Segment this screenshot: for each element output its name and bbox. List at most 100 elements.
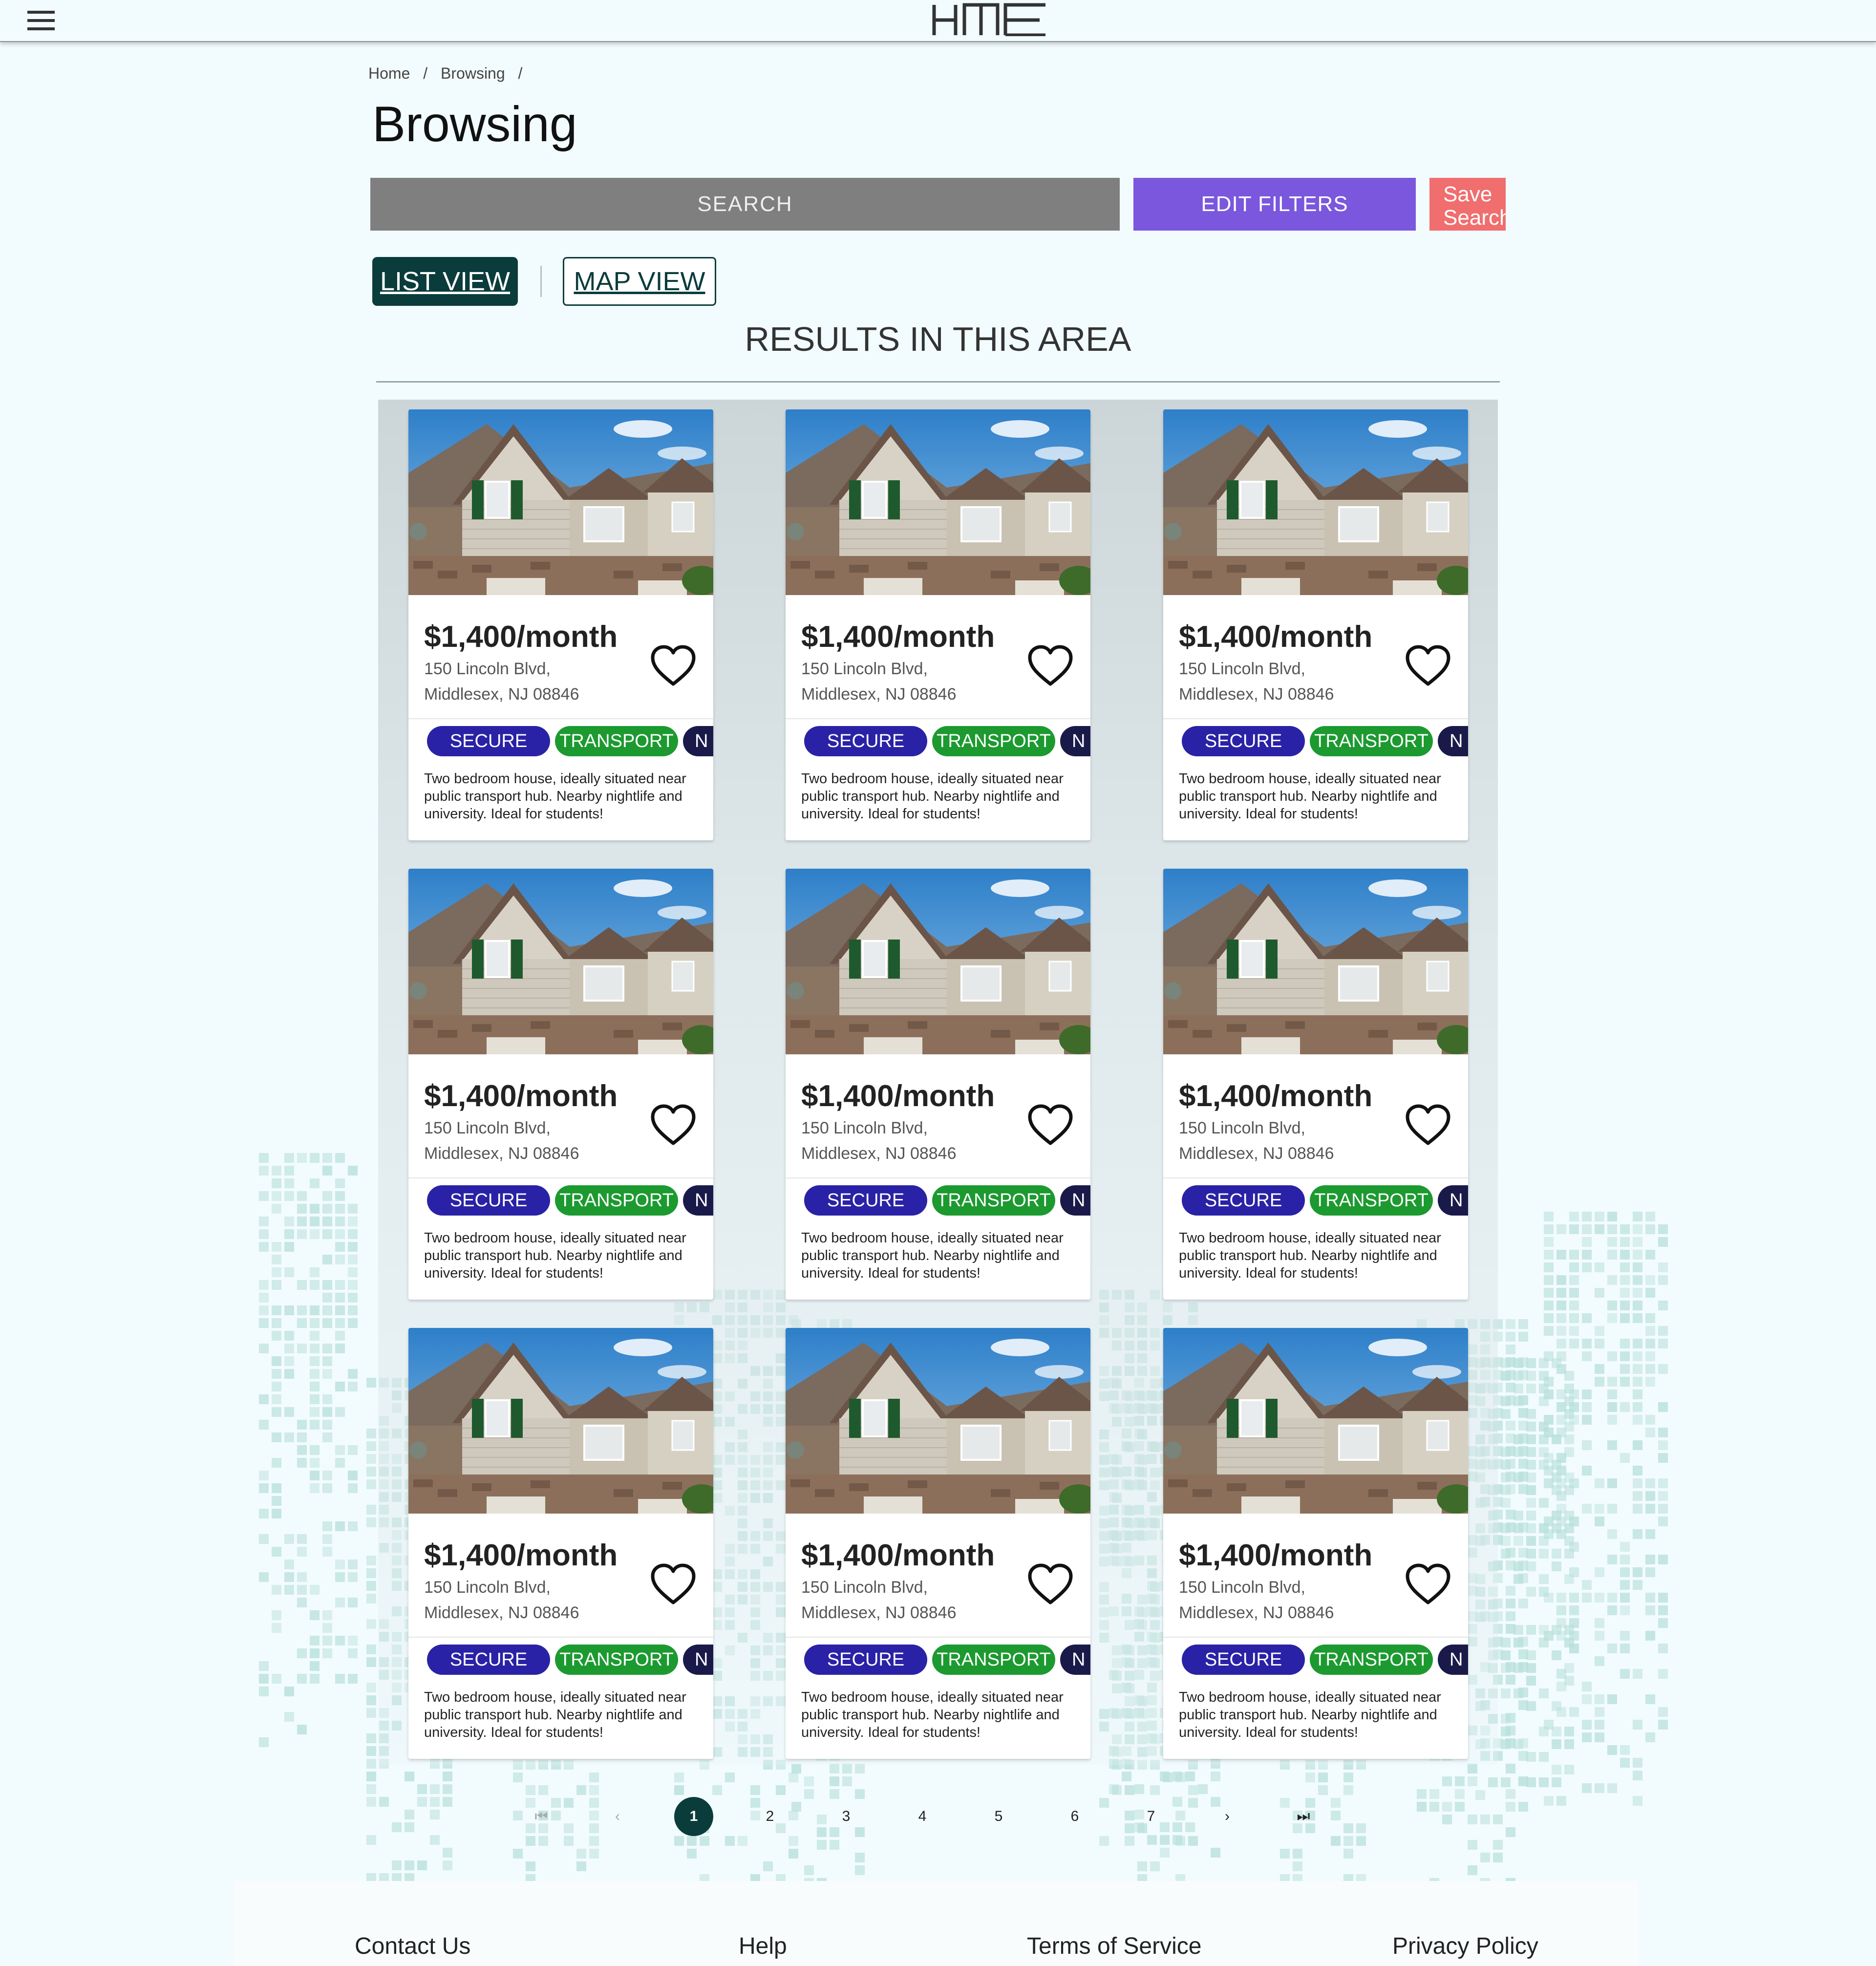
tag-secure: SECURE [1182, 1645, 1305, 1675]
listing-card[interactable]: $1,400/month 150 Lincoln Blvd, Middlesex… [1163, 1328, 1468, 1759]
listing-address-line2: Middlesex, NJ 08846 [424, 1603, 579, 1622]
footer-help[interactable]: Help [739, 1933, 787, 1960]
listing-address-line2: Middlesex, NJ 08846 [1179, 1603, 1334, 1622]
card-divider [786, 718, 1090, 719]
tag-secure: SECURE [804, 1185, 927, 1216]
heart-favorite-icon[interactable] [650, 1562, 697, 1606]
top-bar [0, 0, 1876, 42]
listing-address-line2: Middlesex, NJ 08846 [1179, 1144, 1334, 1163]
tag-secure: SECURE [427, 726, 550, 756]
house-photo [408, 869, 713, 1054]
page-button-1[interactable]: 1 [674, 1797, 713, 1836]
heart-favorite-icon[interactable] [1027, 1103, 1074, 1147]
card-divider [1163, 1637, 1468, 1638]
listing-price: $1,400/month [1179, 620, 1373, 654]
footer-contact-us[interactable]: Contact Us [355, 1933, 470, 1960]
listing-address-line1: 150 Lincoln Blvd, [424, 1119, 551, 1137]
listing-description: Two bedroom house, ideally situated near… [801, 1230, 1064, 1281]
tag-nightlife: N [1060, 1645, 1090, 1675]
heart-favorite-icon[interactable] [1027, 644, 1074, 688]
breadcrumb-home[interactable]: Home [368, 64, 410, 82]
save-search-button[interactable]: Save Search [1429, 178, 1506, 231]
heart-favorite-icon[interactable] [1405, 644, 1451, 688]
map-view-button[interactable]: MAP VIEW [563, 257, 716, 306]
tag-row: SECURE TRANSPORT N [804, 1185, 1090, 1216]
listing-address-line2: Middlesex, NJ 08846 [424, 685, 579, 704]
listing-price: $1,400/month [424, 1079, 618, 1113]
footer-terms-of-service[interactable]: Terms of Service [1027, 1933, 1201, 1960]
breadcrumb-browsing[interactable]: Browsing [441, 64, 505, 82]
last-page-icon[interactable]: ⏭ [1284, 1797, 1323, 1836]
tag-row: SECURE TRANSPORT N [804, 726, 1090, 756]
page-button-2[interactable]: 2 [750, 1797, 789, 1836]
listing-price: $1,400/month [801, 1079, 995, 1113]
listing-price: $1,400/month [424, 620, 618, 654]
listing-card[interactable]: $1,400/month 150 Lincoln Blvd, Middlesex… [786, 1328, 1090, 1759]
breadcrumb-separator: / [423, 64, 428, 82]
listing-address-line1: 150 Lincoln Blvd, [424, 660, 551, 678]
results-divider [376, 381, 1500, 383]
tag-transport: TRANSPORT [1310, 1645, 1433, 1675]
listing-card[interactable]: $1,400/month 150 Lincoln Blvd, Middlesex… [408, 869, 713, 1300]
list-view-button[interactable]: LIST VIEW [372, 257, 518, 306]
page-button-5[interactable]: 5 [979, 1797, 1018, 1836]
card-divider [1163, 718, 1468, 719]
tag-secure: SECURE [1182, 1185, 1305, 1216]
results-heading: RESULTS IN THIS AREA [745, 320, 1131, 358]
listing-card[interactable]: $1,400/month 150 Lincoln Blvd, Middlesex… [408, 1328, 713, 1759]
card-divider [786, 1177, 1090, 1178]
house-photo [1163, 869, 1468, 1054]
listing-card[interactable]: $1,400/month 150 Lincoln Blvd, Middlesex… [1163, 409, 1468, 840]
tag-row: SECURE TRANSPORT N [427, 726, 713, 756]
tag-nightlife: N [683, 1645, 713, 1675]
heart-favorite-icon[interactable] [650, 1103, 697, 1147]
tag-row: SECURE TRANSPORT N [1182, 726, 1468, 756]
listing-card[interactable]: $1,400/month 150 Lincoln Blvd, Middlesex… [408, 409, 713, 840]
house-photo [408, 409, 713, 595]
listing-address-line1: 150 Lincoln Blvd, [1179, 660, 1305, 678]
heart-favorite-icon[interactable] [650, 644, 697, 688]
tag-row: SECURE TRANSPORT N [427, 1645, 713, 1675]
listing-price: $1,400/month [1179, 1539, 1373, 1572]
tag-row: SECURE TRANSPORT N [804, 1645, 1090, 1675]
tag-nightlife: N [1438, 1645, 1468, 1675]
footer-privacy-policy[interactable]: Privacy Policy [1392, 1933, 1538, 1960]
house-photo [1163, 409, 1468, 595]
listing-address-line1: 150 Lincoln Blvd, [1179, 1578, 1305, 1597]
save-search-label: Save Search [1443, 182, 1506, 230]
page-button-7[interactable]: 7 [1131, 1797, 1171, 1836]
listing-card[interactable]: $1,400/month 150 Lincoln Blvd, Middlesex… [786, 409, 1090, 840]
tag-nightlife: N [1060, 1185, 1090, 1216]
chevron-left-icon[interactable]: ‹ [598, 1797, 637, 1836]
page-button-6[interactable]: 6 [1055, 1797, 1094, 1836]
chevron-right-icon[interactable]: › [1208, 1797, 1247, 1836]
tag-secure: SECURE [427, 1645, 550, 1675]
listing-description: Two bedroom house, ideally situated near… [1179, 1230, 1441, 1281]
page-button-4[interactable]: 4 [903, 1797, 942, 1836]
listing-address-line1: 150 Lincoln Blvd, [801, 1119, 928, 1137]
card-divider [1163, 1177, 1468, 1178]
listing-card[interactable]: $1,400/month 150 Lincoln Blvd, Middlesex… [1163, 869, 1468, 1300]
heart-favorite-icon[interactable] [1027, 1562, 1074, 1606]
search-button[interactable]: SEARCH [370, 178, 1120, 231]
tag-transport: TRANSPORT [1310, 1185, 1433, 1216]
tag-secure: SECURE [427, 1185, 550, 1216]
hme-logo[interactable] [932, 3, 1047, 36]
listing-address-line2: Middlesex, NJ 08846 [801, 685, 957, 704]
listing-price: $1,400/month [1179, 1079, 1373, 1113]
first-page-icon[interactable]: ⏮ [522, 1797, 561, 1836]
listing-card[interactable]: $1,400/month 150 Lincoln Blvd, Middlesex… [786, 869, 1090, 1300]
heart-favorite-icon[interactable] [1405, 1562, 1451, 1606]
house-photo [786, 869, 1090, 1054]
heart-favorite-icon[interactable] [1405, 1103, 1451, 1147]
listing-address-line2: Middlesex, NJ 08846 [1179, 685, 1334, 704]
tag-nightlife: N [683, 1185, 713, 1216]
listing-price: $1,400/month [424, 1539, 618, 1572]
listing-description: Two bedroom house, ideally situated near… [424, 1230, 686, 1281]
listing-price: $1,400/month [801, 620, 995, 654]
hamburger-menu-icon[interactable] [27, 11, 55, 30]
page-button-3[interactable]: 3 [827, 1797, 866, 1836]
footer: Contact Us Help Terms of Service Privacy… [234, 1881, 1639, 1966]
edit-filters-button[interactable]: EDIT FILTERS [1133, 178, 1416, 231]
listing-description: Two bedroom house, ideally situated near… [424, 1689, 686, 1740]
